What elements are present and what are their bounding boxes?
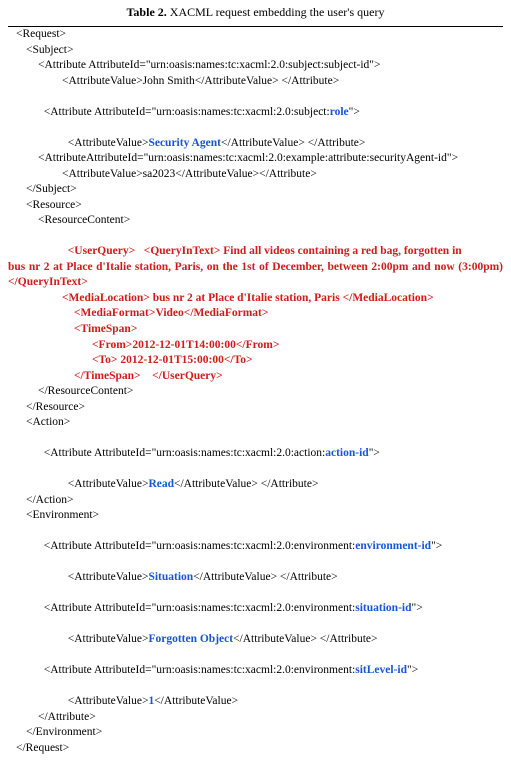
xml-line: </TimeSpan> </UserQuery> [8,369,503,385]
xml-line: <AttributeValue>Forgotten Object</Attrib… [8,617,503,648]
xml-line: <Attribute AttributeId="urn:oasis:names:… [8,586,503,617]
xml-line: <AttributeValue>sa2023</AttributeValue><… [8,167,503,183]
xml-line: <Environment> [8,508,503,524]
keyword-security-agent: Security Agent [148,137,221,149]
text: "> [369,447,380,459]
caption-label: Table 2. [127,5,167,19]
xml-line: <AttributeValue>1</AttributeValue> [8,679,503,710]
xml-line: <AttributeValue>Situation</AttributeValu… [8,555,503,586]
xml-line: <MediaFormat>Video</MediaFormat> [8,306,503,322]
text: </AttributeValue> </Attribute> [221,137,365,149]
text: <AttributeValue> [68,695,149,707]
keyword-read: Read [148,478,174,490]
text: <AttributeValue> [68,633,149,645]
keyword-forgotten-object: Forgotten Object [148,633,233,645]
queryintext-open: <QueryInText> [144,245,221,257]
caption-text: XACML request embedding the user's query [170,5,385,19]
text: <Attribute AttributeId="urn:oasis:names:… [44,664,356,676]
xml-line: <Attribute AttributeId="urn:oasis:names:… [8,524,503,555]
keyword-situation: Situation [148,571,193,583]
keyword-environment-id: environment-id [355,540,431,552]
text: "> [407,664,418,676]
text: <AttributeValue> [68,571,149,583]
xml-line: </Environment> [8,725,503,741]
xml-line: </Request> [8,741,503,757]
xml-line: <Attribute AttributeId="urn:oasis:names:… [8,431,503,462]
text: <AttributeValue> [68,137,149,149]
user-query-line: bus nr 2 at Place d'Italie station, Pari… [8,260,503,291]
xml-line: <Request> [8,27,503,43]
text: </AttributeValue> </Attribute> [233,633,377,645]
text: "> [412,602,423,614]
xml-line: <From>2012-12-01T14:00:00</From> [8,338,503,354]
keyword-role: role [330,106,349,118]
xml-line: </Subject> [8,182,503,198]
xml-line: <Action> [8,415,503,431]
text: <Attribute AttributeId="urn:oasis:names:… [44,540,356,552]
text: <Attribute AttributeId="urn:oasis:names:… [44,447,325,459]
xml-line: <Attribute AttributeId="urn:oasis:names:… [8,648,503,679]
xml-line: <TimeSpan> [8,322,503,338]
xml-line: <Attribute AttributeId="urn:oasis:names:… [8,89,503,120]
text: </AttributeValue> </Attribute> [193,571,337,583]
xml-line: </Attribute> [8,710,503,726]
xml-line: <AttributeAttributeId="urn:oasis:names:t… [8,151,503,167]
text: <Attribute AttributeId="urn:oasis:names:… [44,602,356,614]
xml-line: <MediaLocation> bus nr 2 at Place d'Ital… [8,291,503,307]
table-caption: Table 2. XACML request embedding the use… [8,4,503,20]
text: </AttributeValue> [154,695,238,707]
keyword-situation-id: situation-id [355,602,411,614]
xml-line: <Resource> [8,198,503,214]
xml-line: <AttributeValue>John Smith</AttributeVal… [8,74,503,90]
xml-line: </Resource> [8,400,503,416]
userquery-open: <UserQuery> [68,245,135,257]
text: "> [349,106,360,118]
keyword-action-id: action-id [325,447,368,459]
text: </AttributeValue> </Attribute> [174,478,318,490]
xml-line: <AttributeValue>Security Agent</Attribut… [8,120,503,151]
text: <AttributeValue> [68,478,149,490]
query-text-head: Find all videos containing a red bag, fo… [220,245,461,257]
xml-line: <Subject> [8,43,503,59]
text: "> [431,540,442,552]
xml-line: </Action> [8,493,503,509]
text: <Attribute AttributeId="urn:oasis:names:… [44,106,330,118]
user-query-line: <UserQuery> <QueryInText> Find all video… [8,229,503,260]
xml-listing: <Request> <Subject> <Attribute Attribute… [8,26,503,756]
keyword-sitlevel-id: sitLevel-id [355,664,407,676]
xml-line: <ResourceContent> [8,213,503,229]
xml-line: <To> 2012-12-01T15:00:00</To> [8,353,503,369]
xml-line: <Attribute AttributeId="urn:oasis:names:… [8,58,503,74]
xml-line: <AttributeValue>Read</AttributeValue> </… [8,462,503,493]
xml-line: </ResourceContent> [8,384,503,400]
